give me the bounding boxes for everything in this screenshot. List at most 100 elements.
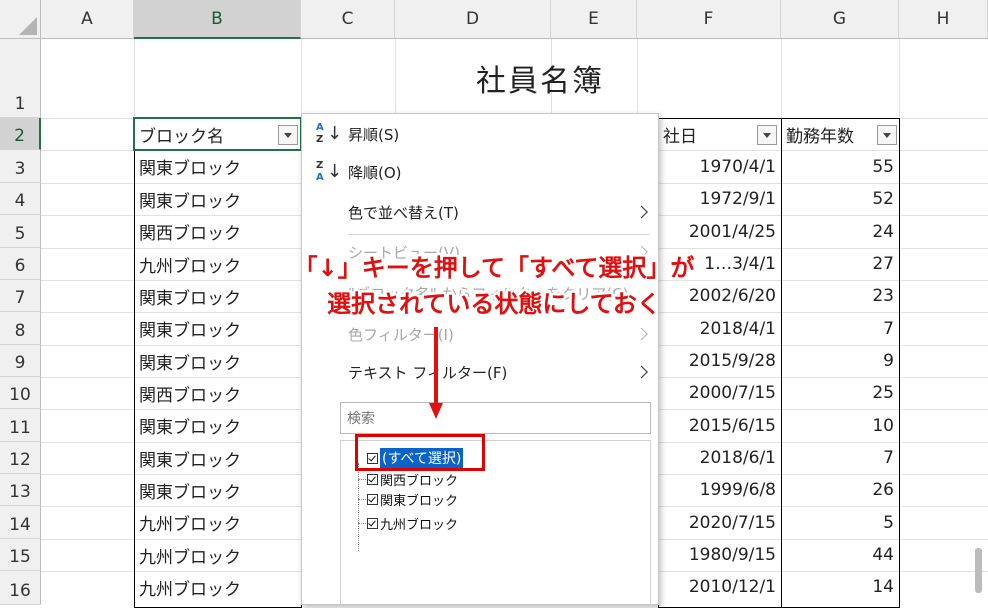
chevron-right-icon <box>635 365 648 379</box>
column-header-h[interactable]: H <box>899 0 988 39</box>
menu-color-filter: 色フィルター(I) <box>302 316 658 352</box>
cell-block[interactable]: 関西ブロック <box>134 215 301 248</box>
cell-block[interactable]: 関東ブロック <box>134 150 301 183</box>
header-cell-block[interactable]: ブロック名 <box>134 118 280 150</box>
row-header-11[interactable]: 11 <box>0 409 41 442</box>
header-cell-years[interactable]: 勤務年数 <box>781 118 877 150</box>
checkbox-checked-icon[interactable] <box>367 517 378 529</box>
vertical-scrollbar-thumb[interactable] <box>975 548 982 593</box>
sort-descending-icon: Z A ↓ <box>316 160 343 183</box>
column-header-e[interactable]: E <box>551 0 637 39</box>
filter-menu: A Z ↓ 昇順(S) Z A ↓ 降順(O) 色で並べ替え(T) シートビュー(V) … <box>301 113 659 606</box>
gridline <box>899 39 900 605</box>
select-all-triangle <box>19 17 37 35</box>
list-item[interactable]: 関西ブロック <box>367 469 458 489</box>
tree-line <box>358 463 359 551</box>
cell-years[interactable]: 10 <box>781 409 899 442</box>
checkbox-checked-icon[interactable] <box>367 473 378 485</box>
cell-years[interactable]: 52 <box>781 183 899 215</box>
cell-join-date[interactable]: 2015/9/28 <box>658 345 781 377</box>
list-item-label: 関東ブロック <box>380 493 459 509</box>
row-header-2[interactable]: 2 <box>0 118 41 150</box>
cell-join-date[interactable]: 2018/6/1 <box>658 442 781 474</box>
tree-line <box>358 499 366 500</box>
annotation-line-2: 選択されている状態にしておく <box>327 290 661 318</box>
cell-block[interactable]: 関東ブロック <box>134 183 301 215</box>
cell-join-date[interactable]: 2001/4/25 <box>658 215 781 248</box>
cell-block[interactable]: 関西ブロック <box>134 377 301 409</box>
filter-dropdown-button-block[interactable] <box>278 125 298 145</box>
column-header-c[interactable]: C <box>301 0 395 39</box>
checkbox-checked-icon[interactable] <box>367 493 378 505</box>
menu-sort-by-color[interactable]: 色で並べ替え(T) <box>302 194 658 230</box>
cell-join-date[interactable]: 1980/9/15 <box>658 539 781 571</box>
row-header-15[interactable]: 15 <box>0 539 41 571</box>
cell-block[interactable]: 関東ブロック <box>134 474 301 506</box>
annotation-arrow-icon <box>429 327 443 419</box>
filter-dropdown-button-join-date[interactable] <box>757 125 777 145</box>
cell-years[interactable]: 26 <box>781 474 899 506</box>
menu-text-filter[interactable]: テキスト フィルター(F) <box>302 354 658 390</box>
header-cell-join-date[interactable]: 社日 <box>658 118 758 150</box>
dropdown-arrow-icon <box>284 132 292 138</box>
cell-years[interactable]: 5 <box>781 506 899 539</box>
column-header-f[interactable]: F <box>637 0 781 39</box>
menu-text-filter-label: テキスト フィルター(F) <box>348 363 508 382</box>
row-header-1[interactable]: 1 <box>0 39 41 118</box>
cell-block[interactable]: 九州ブロック <box>134 539 301 571</box>
cell-block[interactable]: 九州ブロック <box>134 506 301 539</box>
column-header-a[interactable]: A <box>41 0 134 39</box>
menu-sort-ascending[interactable]: A Z ↓ 昇順(S) <box>302 116 658 152</box>
column-header-g[interactable]: G <box>781 0 899 39</box>
menu-sort-by-color-label: 色で並べ替え(T) <box>348 203 459 222</box>
row-header-3[interactable]: 3 <box>0 150 41 183</box>
menu-sort-descending[interactable]: Z A ↓ 降順(O) <box>302 154 658 190</box>
cell-block[interactable]: 九州ブロック <box>134 571 301 603</box>
cell-join-date[interactable]: 2015/6/15 <box>658 409 781 442</box>
filter-search-input[interactable]: 検索 <box>340 402 651 434</box>
cell-join-date[interactable]: 1999/6/8 <box>658 474 781 506</box>
cell-years[interactable]: 55 <box>781 150 899 183</box>
cell-block[interactable]: 関東ブロック <box>134 409 301 442</box>
row-header-13[interactable]: 13 <box>0 474 41 506</box>
dropdown-arrow-icon <box>763 132 771 138</box>
row-header-5[interactable]: 5 <box>0 215 41 248</box>
select-all-corner[interactable] <box>0 0 41 39</box>
row-header-9[interactable]: 9 <box>0 345 41 377</box>
cell-years[interactable]: 7 <box>781 442 899 474</box>
list-item[interactable]: 関東ブロック <box>367 489 458 509</box>
sheet-title: 社員名簿 <box>476 64 604 99</box>
dropdown-arrow-icon <box>883 132 891 138</box>
column-header-d[interactable]: D <box>395 0 551 39</box>
row-header-14[interactable]: 14 <box>0 506 41 539</box>
cell-years[interactable]: 9 <box>781 345 899 377</box>
chevron-right-icon <box>635 205 648 219</box>
list-item-label: 九州ブロック <box>380 517 459 533</box>
highlight-box <box>355 434 485 471</box>
list-item-label: 関西ブロック <box>380 473 459 489</box>
cell-join-date[interactable]: 2010/12/1 <box>658 571 781 603</box>
filter-dropdown-button-years[interactable] <box>877 125 897 145</box>
cell-years[interactable]: 14 <box>781 571 899 603</box>
tree-line <box>358 479 366 480</box>
tree-line <box>358 523 366 524</box>
menu-sort-descending-label: 降順(O) <box>348 163 402 182</box>
row-header-10[interactable]: 10 <box>0 377 41 409</box>
cell-join-date[interactable]: 1972/9/1 <box>658 183 781 215</box>
cell-years[interactable]: 25 <box>781 377 899 409</box>
row-header-16[interactable]: 16 <box>0 571 41 605</box>
annotation-line-1: 「↓」キーを押して「すべて選択」が <box>293 254 695 282</box>
chevron-right-icon <box>635 327 648 341</box>
cell-block[interactable]: 関東ブロック <box>134 345 301 377</box>
cell-block[interactable]: 関東ブロック <box>134 442 301 474</box>
column-header-b[interactable]: B <box>134 0 301 39</box>
cell-join-date[interactable]: 2000/7/15 <box>658 377 781 409</box>
sort-ascending-icon: A Z ↓ <box>316 122 343 145</box>
cell-years[interactable]: 24 <box>781 215 899 248</box>
cell-join-date[interactable]: 1970/4/1 <box>658 150 781 183</box>
list-item[interactable]: 九州ブロック <box>367 513 458 533</box>
row-header-4[interactable]: 4 <box>0 183 41 215</box>
cell-years[interactable]: 44 <box>781 539 899 571</box>
row-header-12[interactable]: 12 <box>0 442 41 474</box>
cell-join-date[interactable]: 2020/7/15 <box>658 506 781 539</box>
